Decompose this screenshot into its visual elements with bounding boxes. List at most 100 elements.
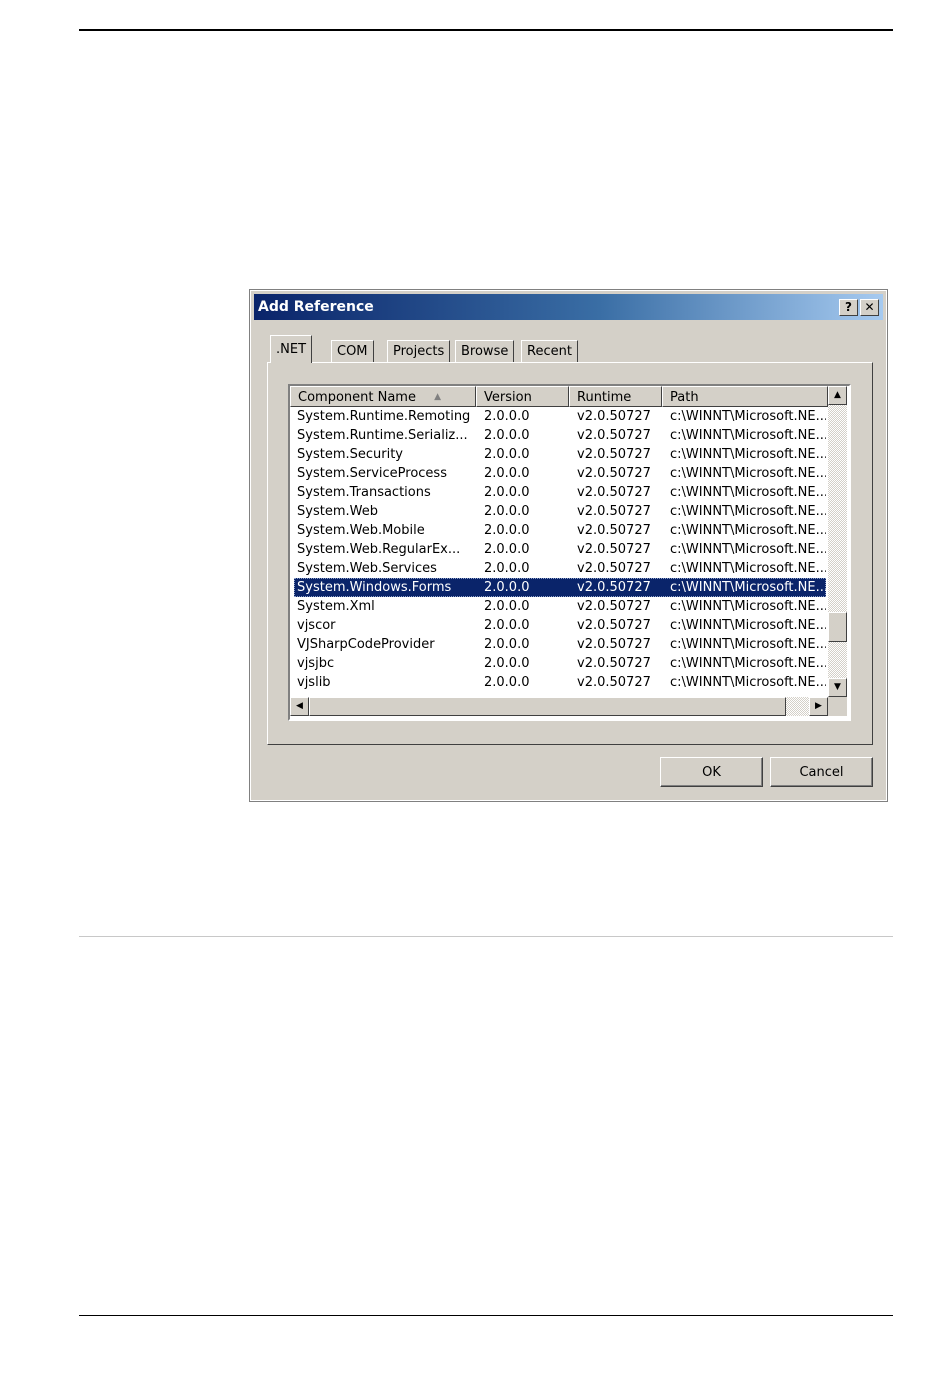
- cell-name: System.Web.Services: [297, 561, 437, 576]
- table-row[interactable]: System.Windows.Forms 2.0.0.0 v2.0.50727 c:\…: [294, 578, 826, 597]
- help-button[interactable]: ?: [839, 299, 858, 316]
- cell-runtime: v2.0.50727: [577, 523, 651, 538]
- close-button[interactable]: ✕: [860, 299, 879, 316]
- table-row[interactable]: System.Web.Mobile 2.0.0.0 v2.0.50727 c:\WIN…: [294, 521, 826, 540]
- horizontal-scrollbar[interactable]: ◀ ▶: [290, 697, 828, 716]
- cell-runtime: v2.0.50727: [577, 485, 651, 500]
- cell-runtime: v2.0.50727: [577, 428, 651, 443]
- table-row[interactable]: System.Security 2.0.0.0 v2.0.50727 c:\WINNT…: [294, 445, 826, 464]
- cell-runtime: v2.0.50727: [577, 618, 651, 633]
- column-header-runtime[interactable]: Runtime: [569, 386, 662, 407]
- scroll-up-icon[interactable]: ▲: [828, 386, 847, 405]
- tab-com[interactable]: COM: [331, 340, 374, 362]
- add-reference-dialog: Add Reference ? ✕ .NET COM Projects Browse R…: [249, 289, 888, 802]
- cell-runtime: v2.0.50727: [577, 656, 651, 671]
- cell-name: vjscor: [297, 618, 336, 633]
- cell-path: c:\WINNT\Microsoft.NE...: [670, 504, 826, 519]
- vertical-scroll-thumb[interactable]: [828, 612, 847, 642]
- cell-runtime: v2.0.50727: [577, 504, 651, 519]
- cell-name: System.Web: [297, 504, 378, 519]
- cell-version: 2.0.0.0: [484, 561, 530, 576]
- cell-path: c:\WINNT\Microsoft.NE...: [670, 599, 826, 614]
- tab-projects[interactable]: Projects: [387, 340, 451, 362]
- table-row[interactable]: System.ServiceProcess 2.0.0.0 v2.0.50727 c:…: [294, 464, 826, 483]
- cell-name: System.Runtime.Serializ...: [297, 428, 468, 443]
- cell-path: c:\WINNT\Microsoft.NE...: [670, 580, 826, 595]
- cell-runtime: v2.0.50727: [577, 580, 651, 595]
- cell-version: 2.0.0.0: [484, 523, 530, 538]
- cell-version: 2.0.0.0: [484, 409, 530, 424]
- table-row[interactable]: vjslib 2.0.0.0 v2.0.50727 c:\WINNT\Microsof…: [294, 673, 826, 692]
- table-row[interactable]: System.Web.Services 2.0.0.0 v2.0.50727 c:\W…: [294, 559, 826, 578]
- cell-runtime: v2.0.50727: [577, 409, 651, 424]
- table-row[interactable]: VJSharpCodeProvider 2.0.0.0 v2.0.50727 c:\W…: [294, 635, 826, 654]
- sort-ascending-icon: ▲: [434, 392, 442, 402]
- cell-runtime: v2.0.50727: [577, 542, 651, 557]
- cell-version: 2.0.0.0: [484, 428, 530, 443]
- scroll-left-icon[interactable]: ◀: [290, 697, 309, 716]
- cell-version: 2.0.0.0: [484, 675, 530, 690]
- horizontal-scroll-thumb[interactable]: [309, 697, 786, 716]
- cell-path: c:\WINNT\Microsoft.NE...: [670, 466, 826, 481]
- tab-recent[interactable]: Recent: [521, 340, 578, 362]
- cell-name: System.Transactions: [297, 485, 431, 500]
- cell-path: c:\WINNT\Microsoft.NE...: [670, 656, 826, 671]
- table-row[interactable]: System.Transactions 2.0.0.0 v2.0.50727 c:\W…: [294, 483, 826, 502]
- tab-net[interactable]: .NET: [270, 335, 313, 363]
- cell-version: 2.0.0.0: [484, 447, 530, 462]
- cell-version: 2.0.0.0: [484, 485, 530, 500]
- table-row[interactable]: System.Web 2.0.0.0 v2.0.50727 c:\WINNT\Micr…: [294, 502, 826, 521]
- table-row[interactable]: System.Xml 2.0.0.0 v2.0.50727 c:\WINNT\Micr…: [294, 597, 826, 616]
- table-row[interactable]: System.Web.RegularEx... 2.0.0.0 v2.0.50727…: [294, 540, 826, 559]
- vertical-scrollbar[interactable]: ▲ ▼: [828, 386, 847, 697]
- title-bar[interactable]: Add Reference ? ✕: [254, 294, 883, 320]
- cell-version: 2.0.0.0: [484, 637, 530, 652]
- page-bottom-rule: [79, 1315, 893, 1316]
- column-header-component-name[interactable]: Component Name ▲: [290, 386, 476, 407]
- tab-browse[interactable]: Browse: [455, 340, 515, 362]
- scroll-right-icon[interactable]: ▶: [809, 697, 828, 716]
- cell-runtime: v2.0.50727: [577, 466, 651, 481]
- cell-version: 2.0.0.0: [484, 542, 530, 557]
- cell-version: 2.0.0.0: [484, 504, 530, 519]
- cell-version: 2.0.0.0: [484, 466, 530, 481]
- cell-name: System.Web.RegularEx...: [297, 542, 461, 557]
- cell-path: c:\WINNT\Microsoft.NE...: [670, 428, 826, 443]
- cell-version: 2.0.0.0: [484, 599, 530, 614]
- table-row[interactable]: vjsjbc 2.0.0.0 v2.0.50727 c:\WINNT\Microsof…: [294, 654, 826, 673]
- cell-path: c:\WINNT\Microsoft.NE...: [670, 618, 826, 633]
- table-row[interactable]: System.Runtime.Remoting 2.0.0.0 v2.0.50727…: [294, 407, 826, 426]
- component-list[interactable]: Component Name ▲ Version Runtime Path Sy…: [288, 384, 851, 721]
- cell-version: 2.0.0.0: [484, 580, 530, 595]
- list-rows: System.Runtime.Remoting 2.0.0.0 v2.0.50727…: [290, 407, 826, 697]
- cell-runtime: v2.0.50727: [577, 599, 651, 614]
- cell-name: System.Web.Mobile: [297, 523, 425, 538]
- column-header-version[interactable]: Version: [476, 386, 569, 407]
- cell-path: c:\WINNT\Microsoft.NE...: [670, 637, 826, 652]
- cell-path: c:\WINNT\Microsoft.NE...: [670, 523, 826, 538]
- cancel-button[interactable]: Cancel: [770, 757, 873, 787]
- cell-path: c:\WINNT\Microsoft.NE...: [670, 409, 826, 424]
- cell-name: vjslib: [297, 675, 331, 690]
- cell-name: System.ServiceProcess: [297, 466, 447, 481]
- scroll-down-icon[interactable]: ▼: [828, 678, 847, 697]
- cell-name: System.Security: [297, 447, 403, 462]
- cell-name: System.Windows.Forms: [297, 580, 452, 595]
- cell-runtime: v2.0.50727: [577, 447, 651, 462]
- page-top-rule: [79, 29, 893, 31]
- table-row[interactable]: vjscor 2.0.0.0 v2.0.50727 c:\WINNT\Microsof…: [294, 616, 826, 635]
- ok-button[interactable]: OK: [660, 757, 763, 787]
- scrollbar-corner: [828, 697, 847, 716]
- cell-version: 2.0.0.0: [484, 656, 530, 671]
- cell-name: vjsjbc: [297, 656, 335, 671]
- list-header: Component Name ▲ Version Runtime Path: [290, 386, 831, 407]
- cell-version: 2.0.0.0: [484, 618, 530, 633]
- cell-runtime: v2.0.50727: [577, 637, 651, 652]
- dialog-title: Add Reference: [258, 299, 374, 315]
- table-row[interactable]: System.Runtime.Serializ... 2.0.0.0 v2.0.50…: [294, 426, 826, 445]
- cell-path: c:\WINNT\Microsoft.NE...: [670, 485, 826, 500]
- cell-path: c:\WINNT\Microsoft.NE...: [670, 542, 826, 557]
- column-header-path[interactable]: Path: [662, 386, 828, 407]
- cell-runtime: v2.0.50727: [577, 561, 651, 576]
- cell-path: c:\WINNT\Microsoft.NE...: [670, 561, 826, 576]
